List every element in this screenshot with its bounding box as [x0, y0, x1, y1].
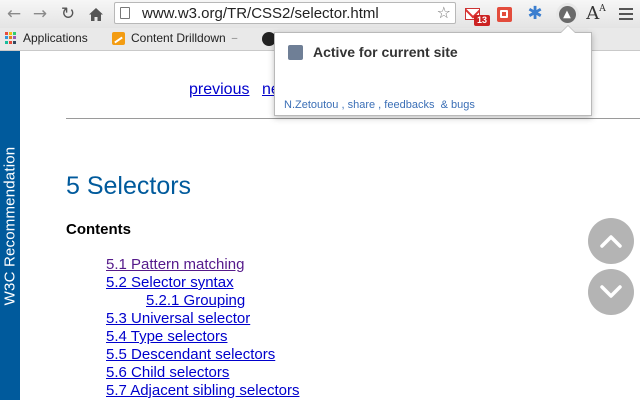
bookmark-content-drilldown[interactable]: Content Drilldown – — [112, 31, 237, 45]
browser-toolbar: ← → ↻ www.w3.org/TR/CSS2/selector.html ☆… — [0, 0, 640, 28]
popup-caret — [560, 25, 576, 33]
puzzle-extension-icon[interactable]: ✱ — [525, 4, 545, 24]
active-site-checkbox[interactable] — [288, 45, 303, 60]
gmail-unread-badge: 13 — [474, 15, 490, 26]
contents-heading: Contents — [66, 221, 131, 238]
horizontal-rule — [66, 118, 640, 119]
menu-icon[interactable] — [616, 4, 636, 24]
apps-grid-icon — [5, 32, 17, 44]
home-icon[interactable] — [86, 4, 106, 24]
bookmark-label: Content Drilldown — [131, 31, 226, 45]
page-title: 5 Selectors — [66, 172, 192, 200]
toc-link-grouping[interactable]: 5.2.1 Grouping — [146, 292, 245, 309]
bookmark-applications[interactable]: Applications — [5, 31, 88, 45]
url-text[interactable]: www.w3.org/TR/CSS2/selector.html — [142, 5, 379, 22]
popup-footer: N.Zetoutou , share , feedbacks & bugs — [284, 99, 475, 111]
page-icon — [120, 7, 130, 19]
feedbacks-link[interactable]: feedbacks — [384, 99, 434, 111]
extension-popup: Active for current site N.Zetoutou , sha… — [274, 25, 592, 116]
toc-link-child-selectors[interactable]: 5.6 Child selectors — [106, 364, 229, 381]
toc-link-type-selectors[interactable]: 5.4 Type selectors — [106, 328, 227, 345]
address-bar[interactable]: www.w3.org/TR/CSS2/selector.html ☆ — [114, 2, 456, 24]
footer-separator: , — [375, 99, 385, 111]
toc-link-descendant-selectors[interactable]: 5.5 Descendant selectors — [106, 346, 275, 363]
bugs-link[interactable]: bugs — [451, 99, 475, 111]
toc-link-pattern-matching[interactable]: 5.1 Pattern matching — [106, 256, 244, 273]
w3c-status-sidebar: W3C Recommendation — [0, 51, 20, 400]
footer-separator: , — [338, 99, 348, 111]
back-arrow-icon[interactable]: ← — [4, 4, 24, 24]
scroll-up-button[interactable] — [588, 218, 634, 264]
active-site-label[interactable]: Active for current site — [313, 44, 458, 60]
previous-link[interactable]: previous — [189, 81, 249, 99]
footer-separator: & — [434, 99, 451, 111]
bookmark-label: Applications — [23, 31, 88, 45]
toc-link-adjacent-sibling-selectors[interactable]: 5.7 Adjacent sibling selectors — [106, 382, 299, 399]
drilldown-icon — [112, 31, 125, 45]
forward-arrow-icon[interactable]: → — [30, 4, 50, 24]
author-link[interactable]: N.Zetoutou — [284, 99, 338, 111]
red-extension-icon[interactable] — [494, 4, 514, 24]
font-size-extension-icon[interactable]: AA — [586, 4, 606, 24]
selector-extension-icon[interactable]: ▲ — [557, 4, 577, 24]
chevron-down-icon — [600, 285, 622, 298]
share-link[interactable]: share — [348, 99, 376, 111]
chevron-down-icon: – — [231, 32, 238, 44]
sidebar-label: W3C Recommendation — [1, 146, 19, 306]
reload-icon[interactable]: ↻ — [58, 4, 78, 24]
chevron-up-icon — [600, 235, 622, 248]
toc-link-universal-selector[interactable]: 5.3 Universal selector — [106, 310, 250, 327]
toc-link-selector-syntax[interactable]: 5.2 Selector syntax — [106, 274, 234, 291]
scroll-down-button[interactable] — [588, 269, 634, 315]
bookmark-star-icon[interactable]: ☆ — [437, 3, 451, 22]
